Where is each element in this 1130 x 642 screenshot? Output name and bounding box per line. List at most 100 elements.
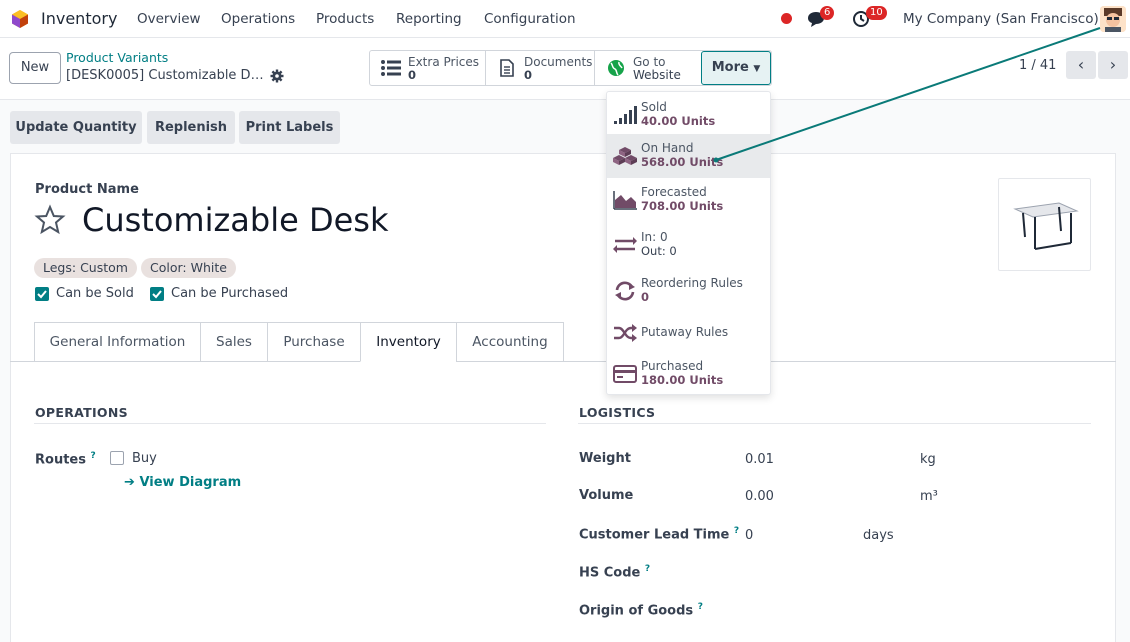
- operations-section-title: OPERATIONS: [35, 405, 128, 420]
- breadcrumb-product-variants[interactable]: Product Variants: [66, 50, 168, 65]
- routes-label: Routes ?: [35, 451, 96, 467]
- forecasted-value: 708.00 Units: [641, 199, 724, 213]
- product-image[interactable]: [998, 178, 1091, 271]
- pager-next-button[interactable]: ›: [1098, 51, 1128, 79]
- tab-inventory[interactable]: Inventory: [360, 322, 457, 362]
- volume-unit: m³: [920, 489, 938, 504]
- can-be-purchased-checkbox[interactable]: [150, 287, 164, 301]
- can-be-sold-checkbox[interactable]: [35, 287, 49, 301]
- menu-item-forecasted[interactable]: Forecasted 708.00 Units: [607, 178, 770, 222]
- view-diagram-link[interactable]: ➔ View Diagram: [124, 475, 241, 490]
- tab-purchase[interactable]: Purchase: [267, 322, 361, 362]
- activities-badge: 10: [866, 6, 887, 20]
- caret-down-icon: ▼: [753, 64, 761, 74]
- menu-products[interactable]: Products: [316, 11, 374, 27]
- website-label: Website: [633, 68, 681, 82]
- documents-label: Documents: [524, 55, 593, 69]
- pager-previous-button[interactable]: ‹: [1066, 51, 1096, 79]
- reordering-rules-value: 0: [641, 290, 650, 304]
- weight-unit: kg: [920, 452, 936, 467]
- can-be-sold-label: Can be Sold: [56, 286, 134, 301]
- logistics-divider: [578, 423, 1091, 424]
- in-label: In: 0: [641, 230, 668, 244]
- arrow-right-icon: ➔: [124, 475, 135, 490]
- on-hand-label: On Hand: [641, 141, 694, 155]
- sold-label: Sold: [641, 100, 667, 114]
- gear-icon[interactable]: [270, 69, 284, 83]
- weight-field[interactable]: 0.01: [745, 452, 774, 467]
- menu-reporting[interactable]: Reporting: [396, 11, 462, 27]
- user-avatar[interactable]: [1100, 6, 1126, 32]
- menu-configuration[interactable]: Configuration: [484, 11, 576, 27]
- volume-label: Volume: [579, 488, 634, 503]
- check-icon: [152, 290, 162, 299]
- new-button[interactable]: New: [9, 52, 61, 84]
- area-chart-icon: [613, 191, 637, 210]
- help-icon[interactable]: ?: [91, 451, 96, 461]
- cubes-icon: [613, 147, 637, 165]
- view-diagram-label: View Diagram: [139, 475, 242, 490]
- can-be-purchased-label: Can be Purchased: [171, 286, 289, 301]
- go-to-label: Go to: [633, 55, 666, 69]
- replenish-button[interactable]: Replenish: [147, 111, 235, 144]
- record-name: [DESK0005] Customizable D…: [66, 68, 264, 83]
- reordering-rules-label: Reordering Rules: [641, 276, 743, 290]
- operations-divider: [34, 423, 546, 424]
- logistics-section-title: LOGISTICS: [579, 405, 656, 420]
- sold-value: 40.00 Units: [641, 114, 716, 128]
- customer-lead-time-field[interactable]: 0: [745, 528, 753, 543]
- top-navbar: Inventory Overview Operations Products R…: [0, 0, 1130, 38]
- status-dot[interactable]: [781, 13, 792, 24]
- list-icon: [381, 60, 401, 76]
- tab-general-information[interactable]: General Information: [34, 322, 201, 362]
- check-icon: [37, 290, 47, 299]
- tab-accounting[interactable]: Accounting: [456, 322, 564, 362]
- print-labels-button[interactable]: Print Labels: [239, 111, 340, 144]
- purchased-value: 180.00 Units: [641, 373, 724, 387]
- go-to-website-button[interactable]: Go to Website: [595, 51, 701, 85]
- document-icon: [500, 59, 514, 77]
- menu-item-putaway-rules[interactable]: Putaway Rules: [607, 311, 770, 355]
- more-dropdown-menu: Sold 40.00 Units On Hand 568.00 Units Fo…: [606, 91, 771, 395]
- documents-button[interactable]: Documents 0: [486, 51, 595, 85]
- tab-sales[interactable]: Sales: [200, 322, 268, 362]
- app-name[interactable]: Inventory: [41, 9, 117, 28]
- pager-value[interactable]: 1 / 41: [1019, 58, 1056, 73]
- out-label: Out: 0: [641, 244, 677, 258]
- company-switcher[interactable]: My Company (San Francisco): [903, 11, 1099, 27]
- more-button[interactable]: More ▼: [701, 51, 771, 85]
- help-icon[interactable]: ?: [698, 602, 703, 612]
- inventory-app-icon[interactable]: [10, 9, 30, 29]
- star-icon[interactable]: [34, 204, 66, 236]
- menu-item-sold[interactable]: Sold 40.00 Units: [607, 93, 770, 137]
- extra-prices-button[interactable]: Extra Prices 0: [370, 51, 486, 85]
- help-icon[interactable]: ?: [734, 526, 739, 536]
- menu-item-reordering-rules[interactable]: Reordering Rules 0: [607, 269, 770, 313]
- documents-value: 0: [524, 68, 533, 82]
- menu-item-in-out[interactable]: In: 0 Out: 0: [607, 223, 770, 267]
- chevron-left-icon: ‹: [1077, 55, 1085, 74]
- refresh-icon: [615, 281, 635, 301]
- volume-field[interactable]: 0.00: [745, 489, 774, 504]
- globe-icon: [608, 60, 624, 76]
- hs-code-label: HS Code ?: [579, 564, 650, 580]
- random-icon: [614, 324, 637, 342]
- control-panel: New Product Variants [DESK0005] Customiz…: [0, 38, 1130, 100]
- menu-item-purchased[interactable]: Purchased 180.00 Units: [607, 352, 770, 396]
- customer-lead-time-label: Customer Lead Time ?: [579, 526, 739, 542]
- menu-item-on-hand[interactable]: On Hand 568.00 Units: [607, 134, 770, 178]
- menu-operations[interactable]: Operations: [221, 11, 295, 27]
- update-quantity-button[interactable]: Update Quantity: [10, 111, 142, 144]
- hs-code-text: HS Code: [579, 565, 641, 581]
- help-icon[interactable]: ?: [645, 564, 650, 574]
- routes-label-text: Routes: [35, 452, 86, 468]
- weight-label: Weight: [579, 451, 631, 466]
- route-buy-checkbox[interactable]: [110, 451, 124, 465]
- more-label: More: [711, 60, 749, 75]
- messages-badge: 6: [820, 6, 835, 20]
- forecasted-label: Forecasted: [641, 185, 707, 199]
- menu-overview[interactable]: Overview: [137, 11, 201, 27]
- product-name[interactable]: Customizable Desk: [82, 201, 388, 239]
- putaway-rules-label: Putaway Rules: [641, 325, 729, 339]
- origin-of-goods-text: Origin of Goods: [579, 603, 694, 619]
